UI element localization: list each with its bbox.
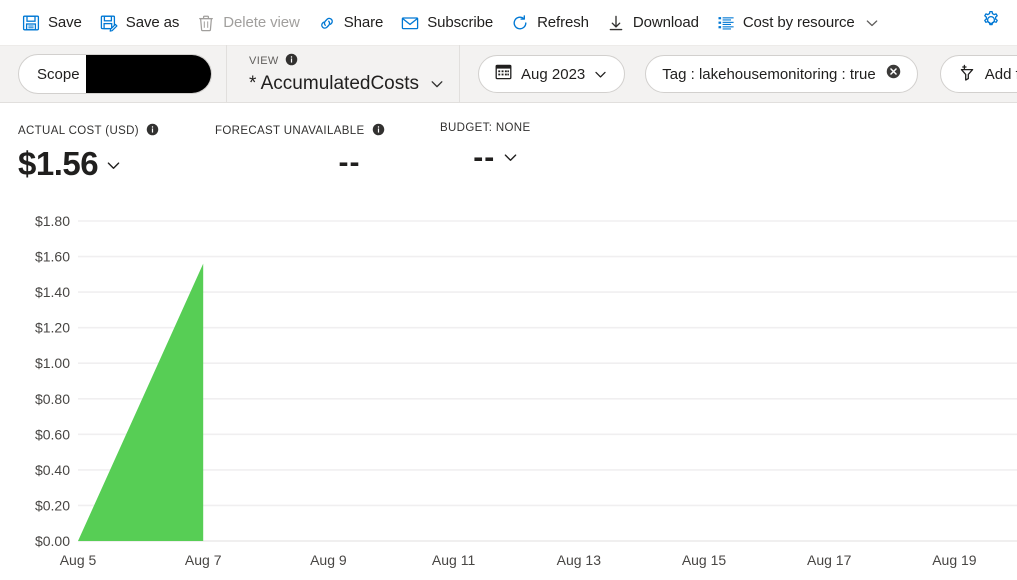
date-range-label: Aug 2023 [521, 67, 585, 82]
y-axis-tick-label: $0.40 [35, 462, 70, 478]
cost-by-resource-button[interactable]: Cost by resource [709, 7, 888, 39]
scope-selector[interactable]: Scope [18, 54, 212, 94]
kpi-budget-value: -- [473, 142, 495, 174]
add-filter-icon [957, 62, 977, 87]
kpi-budget: BUDGET: NONE -- [440, 123, 530, 173]
download-icon [607, 14, 625, 32]
y-axis-tick-label: $1.60 [35, 249, 70, 265]
view-caption: VIEW [249, 56, 279, 67]
list-icon [717, 14, 735, 32]
view-selector[interactable]: * AccumulatedCosts [249, 74, 445, 95]
kpi-budget-caption: BUDGET: NONE [440, 123, 530, 135]
y-axis-tick-label: $1.80 [35, 213, 70, 229]
kpi-forecast-caption-row: FORECAST UNAVAILABLE [215, 123, 440, 140]
save-button[interactable]: Save [14, 7, 90, 39]
y-axis-tick-label: $1.40 [35, 284, 70, 300]
save-as-button[interactable]: Save as [92, 7, 188, 39]
date-range-picker[interactable]: Aug 2023 [478, 55, 625, 93]
download-button-label: Download [625, 15, 699, 30]
kpi-forecast: FORECAST UNAVAILABLE -- [215, 123, 440, 178]
y-axis-tick-label: $0.20 [35, 497, 70, 513]
add-filter-button[interactable]: Add filter [940, 55, 1017, 93]
kpi-forecast-caption: FORECAST UNAVAILABLE [215, 126, 365, 138]
chart-plot-area [78, 264, 203, 541]
clear-circle-icon[interactable] [886, 64, 901, 84]
accumulated-cost-chart[interactable]: $0.00 $0.20 $0.40 $0.60 $0.80 $1.00 $1.20 $1.40… [0, 200, 1017, 580]
info-icon[interactable] [372, 123, 385, 140]
x-axis-tick-label: Aug 13 [557, 552, 602, 568]
view-caption-row: VIEW [249, 53, 445, 69]
x-axis-tick-label: Aug 11 [432, 552, 476, 568]
scope-value-redacted [86, 54, 212, 94]
delete-view-button[interactable]: Delete view [189, 7, 307, 39]
x-axis-tick-label: Aug 7 [185, 552, 222, 568]
trash-icon [197, 14, 215, 32]
area-series-actual-cost[interactable] [78, 264, 203, 541]
tag-filter-label: Tag : lakehousemonitoring : true [662, 67, 875, 82]
chevron-down-icon [429, 76, 445, 92]
chevron-down-icon [864, 15, 880, 31]
chart-gridlines [78, 221, 1017, 541]
kpi-actual-caption-row: ACTUAL COST (USD) [18, 123, 215, 140]
chart-canvas: $0.00 $0.20 $0.40 $0.60 $0.80 $1.00 $1.20 $1.40… [0, 200, 1017, 580]
delete-view-button-label: Delete view [215, 15, 299, 30]
date-group: Aug 2023 [460, 45, 639, 103]
envelope-icon [401, 14, 419, 32]
view-value: * AccumulatedCosts [249, 74, 419, 95]
kpi-forecast-value: -- [339, 147, 361, 179]
chart-y-axis-ticks: $0.00 $0.20 $0.40 $0.60 $0.80 $1.00 $1.20 $1.40… [35, 213, 70, 549]
y-axis-tick-label: $0.00 [35, 533, 70, 549]
subscribe-button[interactable]: Subscribe [393, 7, 501, 39]
settings-button[interactable] [975, 7, 1007, 39]
scope-label: Scope [37, 66, 86, 83]
chevron-down-icon [593, 67, 608, 82]
command-toolbar: Save Save as Delete view [0, 0, 1017, 45]
calendar-icon [495, 63, 512, 85]
scope-group: Scope [0, 45, 226, 103]
kpi-summary-row: ACTUAL COST (USD) $1.56 FORECAST UNAVAIL… [0, 103, 1017, 189]
x-axis-tick-label: Aug 17 [807, 552, 852, 568]
y-axis-tick-label: $0.60 [35, 426, 70, 442]
kpi-budget-caption-row: BUDGET: NONE [440, 123, 530, 135]
share-button[interactable]: Share [310, 7, 392, 39]
add-filter-group: Add filter [932, 45, 1017, 103]
kpi-actual-value: $1.56 [18, 147, 98, 182]
kpi-actual-caption: ACTUAL COST (USD) [18, 126, 139, 138]
info-icon[interactable] [285, 53, 298, 69]
subscribe-button-label: Subscribe [419, 15, 493, 30]
x-axis-tick-label: Aug 5 [60, 552, 97, 568]
refresh-button-label: Refresh [529, 15, 589, 30]
refresh-button[interactable]: Refresh [503, 7, 597, 39]
share-button-label: Share [336, 15, 384, 30]
chevron-down-icon[interactable] [105, 157, 122, 174]
view-group: VIEW * AccumulatedCosts [227, 45, 459, 103]
save-icon [22, 14, 40, 32]
add-filter-label: Add filter [985, 67, 1017, 82]
tag-filter-group: Tag : lakehousemonitoring : true [639, 45, 931, 103]
x-axis-tick-label: Aug 9 [310, 552, 347, 568]
chevron-down-icon[interactable] [502, 149, 519, 166]
chart-x-axis-ticks: Aug 5 Aug 7 Aug 9 Aug 11 Aug 13 Aug 15 Aug 17 A… [60, 552, 977, 568]
y-axis-tick-label: $0.80 [35, 391, 70, 407]
info-icon[interactable] [146, 123, 159, 140]
x-axis-tick-label: Aug 15 [682, 552, 727, 568]
tag-filter-chip[interactable]: Tag : lakehousemonitoring : true [645, 55, 917, 93]
kpi-budget-value-row: -- [440, 142, 530, 174]
y-axis-tick-label: $1.20 [35, 320, 70, 336]
kpi-forecast-value-row: -- [215, 147, 440, 179]
save-button-label: Save [40, 15, 82, 30]
save-as-icon [100, 14, 118, 32]
refresh-icon [511, 14, 529, 32]
cost-by-resource-label: Cost by resource [735, 15, 855, 30]
filter-bar: Scope VIEW * AccumulatedCosts [0, 45, 1017, 103]
view-selector-block: VIEW * AccumulatedCosts [245, 53, 445, 95]
x-axis-tick-label: Aug 19 [932, 552, 977, 568]
kpi-actual-value-row: $1.56 [18, 147, 215, 182]
share-link-icon [318, 14, 336, 32]
download-button[interactable]: Download [599, 7, 707, 39]
gear-icon [981, 10, 1001, 35]
save-as-button-label: Save as [118, 15, 180, 30]
kpi-actual-cost: ACTUAL COST (USD) $1.56 [18, 123, 215, 181]
y-axis-tick-label: $1.00 [35, 355, 70, 371]
